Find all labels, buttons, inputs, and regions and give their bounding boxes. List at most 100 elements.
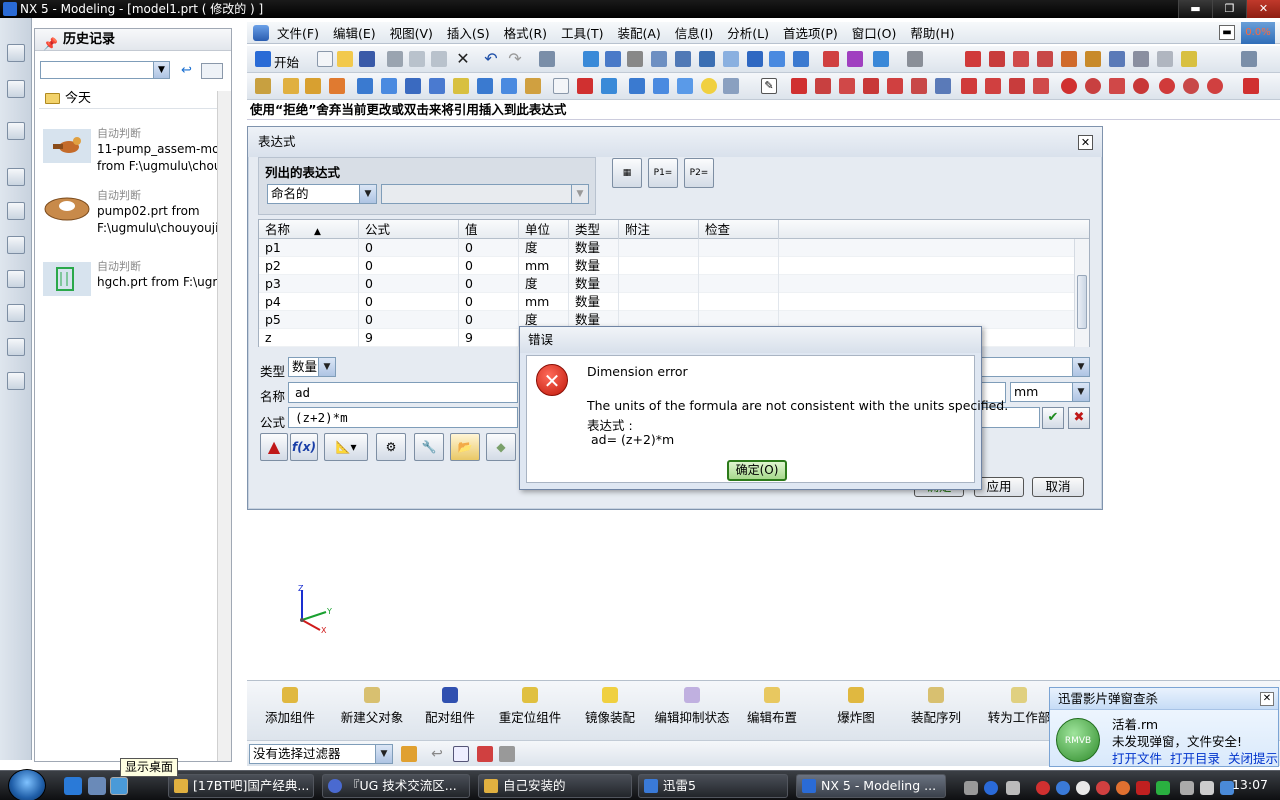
open-file-link[interactable]: 打开文件 — [1112, 751, 1162, 766]
chevron-down-icon[interactable]: ▼ — [359, 185, 376, 203]
magnify-icon[interactable] — [675, 51, 691, 67]
point-set-icon[interactable] — [935, 78, 951, 94]
chevron-down-icon[interactable]: ▼ — [153, 62, 169, 78]
history-filter-combo[interactable]: ▼ — [40, 61, 170, 79]
reference-icon[interactable]: ⚙ — [376, 433, 406, 461]
col-type[interactable]: 类型 — [569, 220, 619, 239]
datum-csys-icon[interactable] — [601, 78, 617, 94]
start-icon[interactable] — [255, 51, 271, 67]
table-scrollbar[interactable] — [1074, 239, 1089, 347]
dimension-combo[interactable]: ▼ — [980, 357, 1090, 377]
pocket-icon[interactable] — [501, 78, 517, 94]
spline-icon[interactable] — [911, 78, 927, 94]
shaded-cube-icon[interactable] — [873, 51, 889, 67]
revolve-icon[interactable] — [329, 78, 345, 94]
command-finder-icon[interactable] — [539, 51, 555, 67]
new-file-icon[interactable] — [317, 51, 333, 67]
refresh-icon[interactable] — [583, 51, 599, 67]
selection-settings-icon[interactable] — [1241, 51, 1257, 67]
close-button[interactable]: ✕ — [1246, 0, 1280, 18]
table-row[interactable]: p4 0 0 mm 数量 — [259, 293, 1089, 311]
delete-x-icon[interactable]: ✕ — [455, 51, 471, 67]
snap-existing-icon[interactable] — [1133, 51, 1149, 67]
reposition-component-button[interactable]: 重定位组件 — [493, 681, 567, 741]
ball-icon[interactable] — [701, 78, 717, 94]
snap-control-icon[interactable] — [1037, 51, 1053, 67]
system-scenes-icon[interactable] — [7, 338, 25, 356]
snap-point-icon[interactable] — [965, 51, 981, 67]
process-studio-icon[interactable] — [7, 270, 25, 288]
exploded-view-button[interactable]: 爆炸图 — [825, 681, 887, 741]
start-orb-icon[interactable] — [8, 769, 46, 800]
arc-icon[interactable] — [815, 78, 831, 94]
perspective-icon[interactable] — [769, 51, 785, 67]
extend-icon[interactable] — [961, 78, 977, 94]
battery-icon[interactable] — [1180, 781, 1194, 795]
antivirus-icon[interactable] — [1036, 781, 1050, 795]
conic-icon[interactable] — [1159, 78, 1175, 94]
menu-tools[interactable]: 工具(T) — [561, 23, 603, 42]
orient-view-icon[interactable] — [747, 51, 763, 67]
show-desktop-icon[interactable] — [110, 777, 128, 795]
name-input[interactable]: ad — [288, 382, 518, 403]
zoom-window-icon[interactable] — [651, 51, 667, 67]
rotate-icon[interactable] — [699, 51, 715, 67]
usb-icon[interactable] — [1006, 781, 1020, 795]
network-icon[interactable] — [1156, 781, 1170, 795]
edit-suppression-button[interactable]: 编辑抑制状态 — [651, 681, 733, 741]
col-value[interactable]: 值 — [459, 220, 519, 239]
col-note[interactable]: 附注 — [619, 220, 699, 239]
history-item[interactable]: 自动判断 11-pump_assem-mo from F:\ugmulu\chou — [43, 125, 223, 185]
help-icon[interactable] — [984, 781, 998, 795]
ie-icon[interactable] — [64, 777, 82, 795]
ring-icon[interactable] — [1133, 78, 1149, 94]
hammer-icon[interactable] — [499, 746, 515, 762]
chevron-down-icon[interactable]: ▼ — [1072, 358, 1089, 376]
palette-icon[interactable] — [7, 236, 25, 254]
circle-icon[interactable] — [839, 78, 855, 94]
table-row[interactable]: p1 0 0 度数量 — [259, 239, 1089, 257]
thunder-close-button[interactable]: ✕ — [1260, 692, 1274, 706]
copy-icon[interactable] — [409, 51, 425, 67]
open-directory-link[interactable]: 打开目录 — [1170, 751, 1220, 766]
render-style-icon[interactable] — [907, 51, 923, 67]
col-formula[interactable]: 公式 — [359, 220, 459, 239]
menu-view[interactable]: 视图(V) — [390, 23, 433, 42]
unit-combo[interactable]: mm ▼ — [1010, 382, 1090, 402]
type-combo[interactable]: 数量 ▼ — [288, 357, 336, 377]
menu-information[interactable]: 信息(I) — [675, 23, 713, 42]
cut-icon[interactable] — [387, 51, 403, 67]
snap-curve-icon[interactable] — [1181, 51, 1197, 67]
add-component-button[interactable]: 添加组件 — [255, 681, 325, 741]
offset-curve-icon[interactable] — [1009, 78, 1025, 94]
roles-icon[interactable] — [7, 304, 25, 322]
restore-icon[interactable] — [793, 51, 809, 67]
taskbar-item[interactable]: 迅雷5 — [638, 774, 788, 798]
col-check[interactable]: 检查 — [699, 220, 779, 239]
history-clock-icon[interactable] — [7, 168, 25, 186]
export-expressions-icon[interactable]: P2= — [684, 158, 714, 188]
cylinder-icon[interactable] — [381, 78, 397, 94]
constraint-navigator-icon[interactable] — [7, 80, 25, 98]
ellipse-icon[interactable] — [1085, 78, 1101, 94]
fillet-curve-icon[interactable] — [887, 78, 903, 94]
line-icon[interactable] — [791, 78, 807, 94]
open-folder-icon[interactable] — [337, 51, 353, 67]
edit-arrangement-button[interactable]: 编辑布置 — [741, 681, 803, 741]
menu-insert[interactable]: 插入(S) — [447, 23, 490, 42]
pencil-icon[interactable]: ✎ — [761, 78, 777, 94]
pad-icon[interactable] — [525, 78, 541, 94]
pin-icon[interactable]: 📌 — [43, 33, 58, 55]
menu-edit[interactable]: 编辑(E) — [333, 23, 376, 42]
back-arrow-icon[interactable]: ↩ — [429, 746, 445, 762]
extrude-icon[interactable] — [305, 78, 321, 94]
open-file-icon[interactable]: 📂 — [450, 433, 480, 461]
explorer-icon[interactable] — [88, 777, 106, 795]
trim-icon[interactable] — [863, 78, 879, 94]
reject-x-icon[interactable]: ✖ — [1068, 407, 1090, 429]
measure-icon[interactable]: 📐▾ — [324, 433, 368, 461]
menu-window[interactable]: 窗口(O) — [852, 23, 897, 42]
make-work-part-button[interactable]: 转为工作部 — [983, 681, 1055, 741]
sphere-icon[interactable] — [429, 78, 445, 94]
snap-center-icon[interactable] — [1085, 51, 1101, 67]
